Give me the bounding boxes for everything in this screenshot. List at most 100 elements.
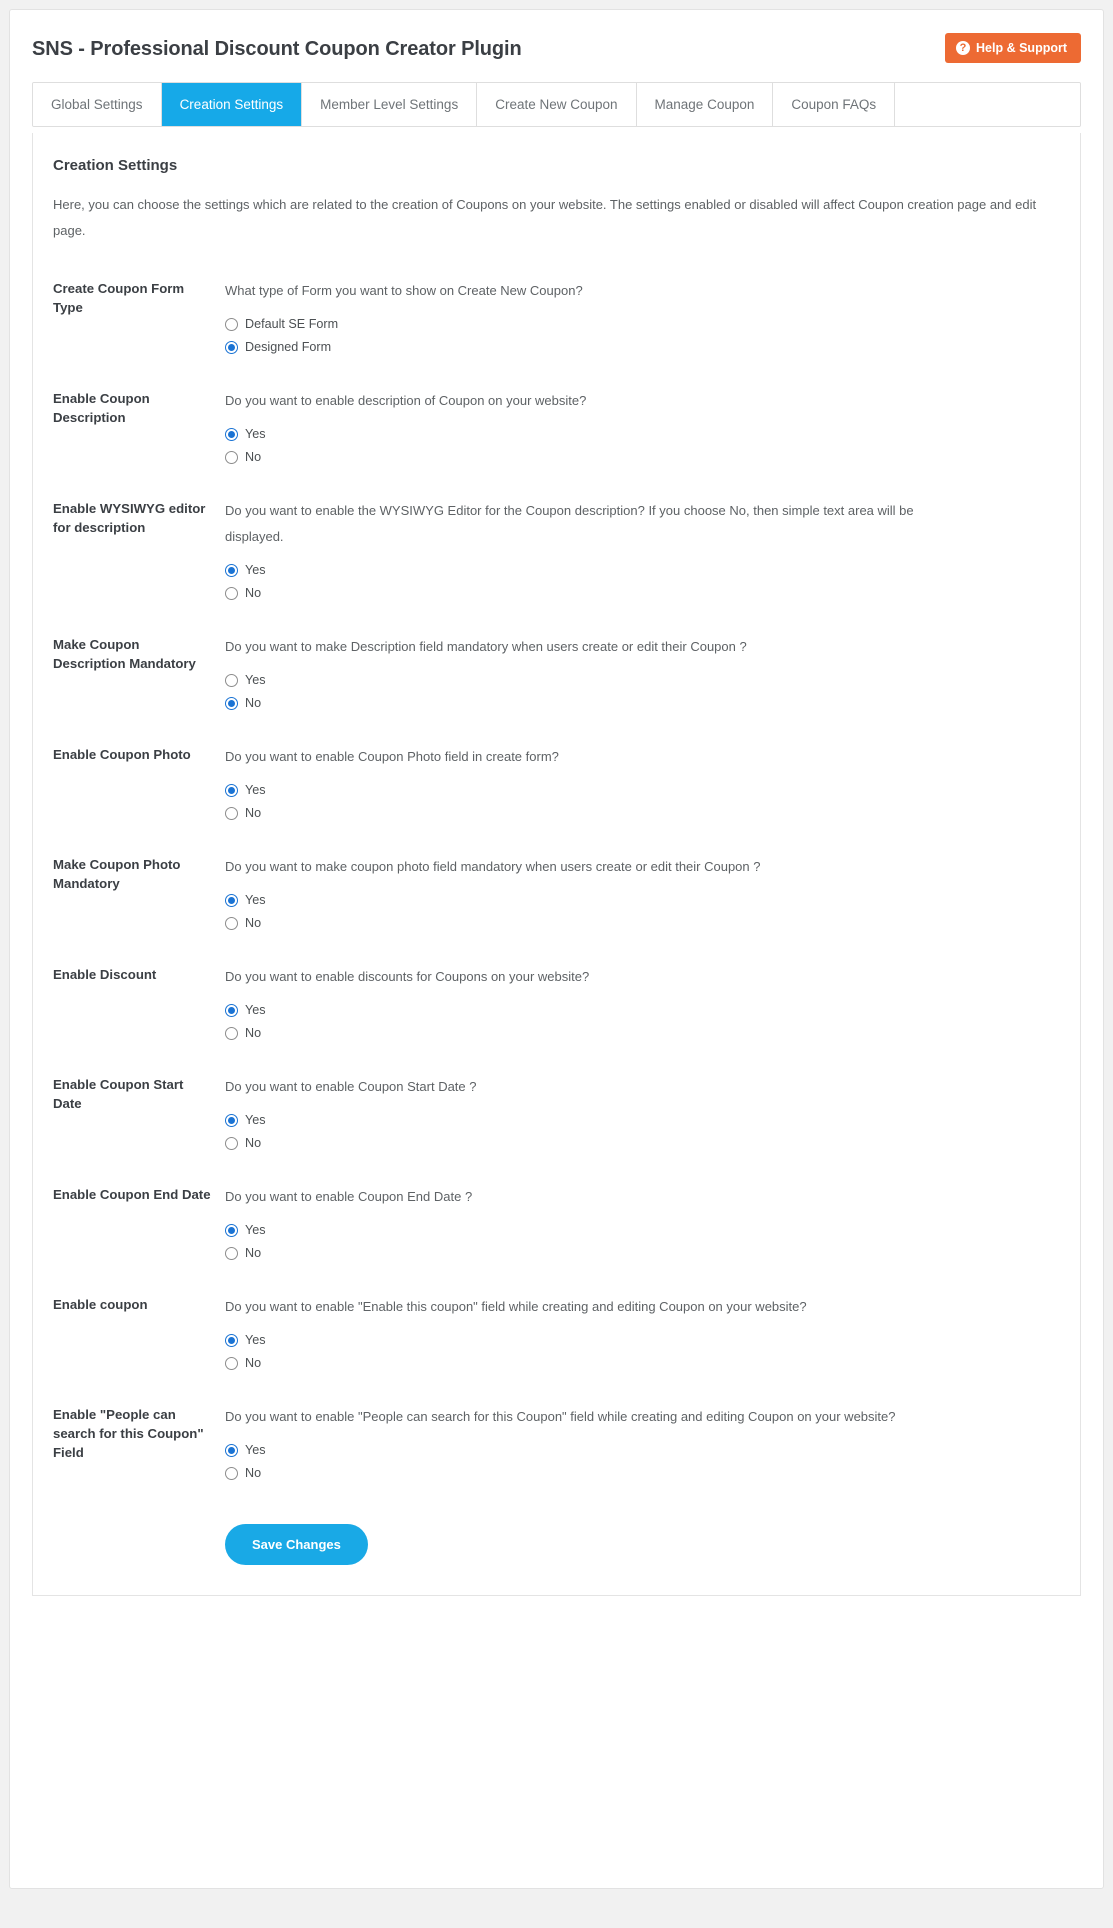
radio-option[interactable]: No [225, 807, 1060, 820]
panel-title: Creation Settings [53, 157, 178, 174]
radio-option[interactable]: No [225, 451, 1060, 464]
radio-option-label: Yes [245, 1333, 266, 1348]
radio-group: Default SE Form Designed Form [225, 318, 1060, 354]
setting-row: Make Coupon Description Mandatory Do you … [53, 634, 1060, 710]
radio-option[interactable]: Yes [225, 564, 1060, 577]
radio-option[interactable]: Yes [225, 894, 1060, 907]
radio-option[interactable]: Default SE Form [225, 318, 1060, 331]
radio-option[interactable]: Yes [225, 428, 1060, 441]
radio-option[interactable]: Designed Form [225, 341, 1060, 354]
radio-unselected-icon[interactable] [225, 451, 238, 464]
radio-selected-icon[interactable] [225, 1334, 238, 1347]
setting-row: Enable Coupon Start Date Do you want to e… [53, 1074, 1060, 1150]
save-changes-button[interactable]: Save Changes [225, 1524, 368, 1565]
radio-option-label: No [245, 1356, 262, 1371]
setting-label: Enable "People can search for this Coupo… [53, 1407, 204, 1461]
radio-option[interactable]: No [225, 1137, 1060, 1150]
setting-body: Do you want to enable "Enable this coupo… [225, 1294, 1060, 1370]
radio-option[interactable]: Yes [225, 1444, 1060, 1457]
page-title: SNS - Professional Discount Coupon Creat… [32, 38, 522, 60]
radio-option-label: No [245, 1246, 262, 1261]
save-changes-row: Save Changes [53, 1524, 1060, 1565]
setting-label: Enable Coupon Start Date [53, 1077, 184, 1112]
radio-unselected-icon[interactable] [225, 1027, 238, 1040]
radio-unselected-icon[interactable] [225, 1357, 238, 1370]
setting-label: Enable Coupon Photo [53, 747, 191, 762]
radio-option-label: No [245, 1136, 262, 1151]
radio-option[interactable]: No [225, 587, 1060, 600]
radio-option-label: Yes [245, 427, 266, 442]
radio-selected-icon[interactable] [225, 341, 238, 354]
radio-selected-icon[interactable] [225, 1004, 238, 1017]
question-mark-icon: ? [956, 41, 971, 55]
setting-question: Do you want to enable Coupon Start Date … [225, 1079, 477, 1094]
radio-unselected-icon[interactable] [225, 318, 238, 331]
radio-option[interactable]: No [225, 1247, 1060, 1260]
radio-option[interactable]: Yes [225, 784, 1060, 797]
radio-unselected-icon[interactable] [225, 1247, 238, 1260]
setting-body: Do you want to enable Coupon End Date ? Y… [225, 1184, 1060, 1260]
radio-selected-icon[interactable] [225, 894, 238, 907]
radio-selected-icon[interactable] [225, 697, 238, 710]
setting-label: Make Coupon Photo Mandatory [53, 857, 181, 892]
radio-option-label: No [245, 1026, 262, 1041]
radio-group: Yes No [225, 1114, 1060, 1150]
setting-label: Make Coupon Description Mandatory [53, 637, 196, 672]
tab-manage-coupon[interactable]: Manage Coupon [636, 83, 774, 126]
setting-body: Do you want to enable discounts for Coup… [225, 964, 1060, 1040]
setting-label: Enable Coupon Description [53, 391, 150, 426]
tab-bar-empty-cell [895, 83, 1080, 126]
tab-creation-settings[interactable]: Creation Settings [161, 83, 303, 126]
radio-selected-icon[interactable] [225, 564, 238, 577]
radio-unselected-icon[interactable] [225, 674, 238, 687]
setting-question: Do you want to enable Coupon End Date ? [225, 1189, 473, 1204]
radio-option[interactable]: Yes [225, 1004, 1060, 1017]
setting-row: Enable coupon Do you want to enable "Enab… [53, 1294, 1060, 1370]
radio-unselected-icon[interactable] [225, 917, 238, 930]
radio-option[interactable]: No [225, 1357, 1060, 1370]
tab-member-level-settings[interactable]: Member Level Settings [302, 83, 478, 126]
settings-tab-bar: Global Settings Creation Settings Member L… [32, 82, 1081, 127]
setting-body: Do you want to make Description field ma… [225, 634, 1060, 710]
radio-option[interactable]: Yes [225, 674, 1060, 687]
setting-body: Do you want to make coupon photo field m… [225, 854, 1060, 930]
radio-option[interactable]: No [225, 1027, 1060, 1040]
radio-selected-icon[interactable] [225, 784, 238, 797]
setting-question: Do you want to make Description field ma… [225, 639, 747, 654]
setting-row: Make Coupon Photo Mandatory Do you want t… [53, 854, 1060, 930]
setting-row: Enable "People can search for this Coupo… [53, 1404, 1060, 1480]
radio-selected-icon[interactable] [225, 1114, 238, 1127]
radio-option-label: No [245, 916, 262, 931]
setting-label: Enable coupon [53, 1297, 148, 1312]
tab-coupon-faqs[interactable]: Coupon FAQs [773, 83, 896, 126]
radio-option[interactable]: Yes [225, 1334, 1060, 1347]
radio-option[interactable]: No [225, 1467, 1060, 1480]
setting-label: Enable WYSIWYG editor for description [53, 501, 206, 536]
radio-selected-icon[interactable] [225, 1224, 238, 1237]
radio-option-label: Yes [245, 563, 266, 578]
radio-option[interactable]: No [225, 917, 1060, 930]
setting-question: Do you want to enable Coupon Photo field… [225, 749, 559, 764]
radio-unselected-icon[interactable] [225, 587, 238, 600]
setting-body: Do you want to enable Coupon Start Date … [225, 1074, 1060, 1150]
setting-row: Enable Coupon Photo Do you want to enable… [53, 744, 1060, 820]
radio-option[interactable]: Yes [225, 1114, 1060, 1127]
setting-question: Do you want to enable "Enable this coupo… [225, 1299, 807, 1314]
radio-option-label: No [245, 806, 262, 821]
radio-option[interactable]: No [225, 697, 1060, 710]
setting-label: Create Coupon Form Type [53, 281, 185, 316]
radio-option-label: Yes [245, 1443, 266, 1458]
tab-global-settings[interactable]: Global Settings [33, 83, 162, 126]
radio-unselected-icon[interactable] [225, 1467, 238, 1480]
radio-option-label: Yes [245, 1003, 266, 1018]
radio-option[interactable]: Yes [225, 1224, 1060, 1237]
radio-selected-icon[interactable] [225, 428, 238, 441]
radio-selected-icon[interactable] [225, 1444, 238, 1457]
creation-settings-panel: Creation Settings Here, you can choose t… [32, 133, 1081, 1596]
help-and-support-button[interactable]: ? Help & Support [945, 33, 1081, 63]
panel-description: Here, you can choose the settings which … [53, 197, 1037, 238]
radio-unselected-icon[interactable] [225, 807, 238, 820]
setting-body: What type of Form you want to show on Cr… [225, 278, 1060, 354]
tab-create-new-coupon[interactable]: Create New Coupon [477, 83, 637, 126]
radio-unselected-icon[interactable] [225, 1137, 238, 1150]
